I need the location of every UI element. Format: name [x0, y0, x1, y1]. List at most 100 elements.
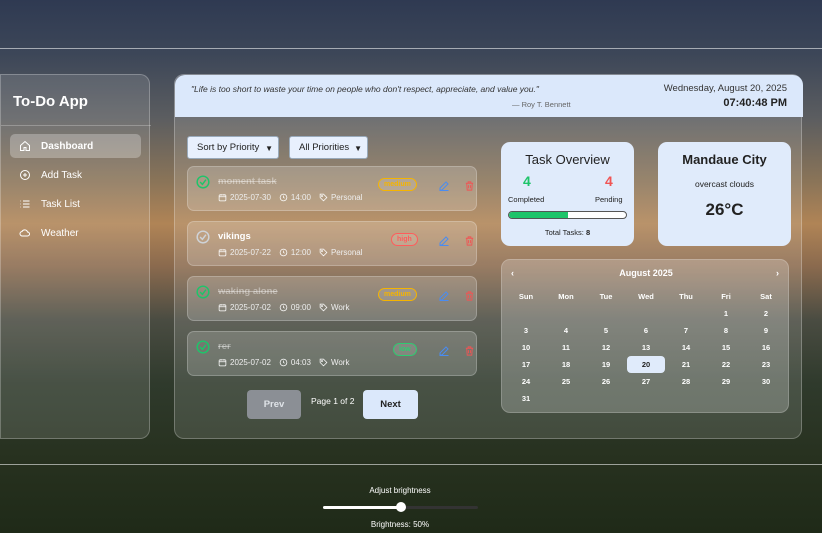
sidebar: To-Do App Dashboard Add Task Task List W…: [0, 74, 151, 439]
calendar-day[interactable]: 26: [586, 373, 626, 390]
check-circle-icon[interactable]: [196, 230, 210, 244]
calendar-day[interactable]: 31: [506, 390, 546, 407]
task-category: Work: [330, 358, 350, 367]
next-page-button[interactable]: Next: [363, 390, 418, 419]
sidebar-item-label: Add Task: [41, 169, 82, 181]
calendar-day[interactable]: 5: [586, 322, 626, 339]
prev-page-button[interactable]: Prev: [247, 390, 301, 419]
sidebar-item-add-task[interactable]: Add Task: [10, 163, 141, 187]
task-category: Personal: [330, 193, 363, 202]
progress-bar: [508, 211, 627, 219]
calendar-day[interactable]: 7: [666, 322, 706, 339]
sidebar-item-weather[interactable]: Weather: [10, 221, 141, 245]
task-date: 2025-07-02: [230, 358, 271, 367]
chevron-down-icon: ▼: [354, 144, 362, 153]
calendar-weekday: Sat: [760, 291, 772, 301]
calendar-day[interactable]: 13: [626, 339, 666, 356]
edit-icon[interactable]: [438, 289, 450, 301]
trash-icon[interactable]: [464, 234, 475, 246]
priority-badge: low: [393, 343, 417, 356]
sort-select[interactable]: Sort by Priority ▼: [187, 136, 279, 159]
tag-icon: [319, 358, 328, 367]
priority-badge: medium: [378, 178, 417, 191]
calendar-next-month-button[interactable]: ›: [776, 268, 779, 278]
chevron-down-icon: ▼: [265, 144, 273, 153]
calendar-day[interactable]: 9: [746, 322, 786, 339]
calendar-day[interactable]: 29: [706, 373, 746, 390]
sidebar-item-task-list[interactable]: Task List: [10, 192, 141, 216]
calendar-day[interactable]: 11: [546, 339, 586, 356]
calendar-day[interactable]: 18: [546, 356, 586, 373]
check-circle-icon[interactable]: [196, 340, 210, 354]
trash-icon[interactable]: [464, 179, 475, 191]
sort-select-value: Sort by Priority: [197, 142, 260, 153]
calendar-day[interactable]: 10: [506, 339, 546, 356]
calendar-day[interactable]: 1: [706, 305, 746, 322]
priority-filter-select[interactable]: All Priorities ▼: [289, 136, 368, 159]
calendar-weekday: Mon: [558, 291, 574, 301]
calendar-day[interactable]: 4: [546, 322, 586, 339]
task-item: waking alone 2025-07-02 09:00 Work mediu…: [187, 276, 477, 321]
weather-city: Mandaue City: [682, 152, 767, 167]
check-circle-icon[interactable]: [196, 285, 210, 299]
pending-label: Pending: [595, 195, 623, 204]
task-category: Work: [330, 303, 350, 312]
edit-icon[interactable]: [438, 234, 450, 246]
calendar-day[interactable]: 25: [546, 373, 586, 390]
calendar-day[interactable]: 15: [706, 339, 746, 356]
calendar-day-today[interactable]: 20: [627, 356, 665, 373]
brightness-slider[interactable]: [323, 502, 478, 512]
edit-icon[interactable]: [438, 344, 450, 356]
calendar-empty-cell: [506, 305, 546, 322]
task-name: rer: [218, 341, 231, 352]
calendar-day[interactable]: 3: [506, 322, 546, 339]
calendar-day[interactable]: 8: [706, 322, 746, 339]
clock-icon: [279, 193, 288, 202]
task-name: vikings: [218, 231, 251, 242]
calendar-empty-cell: [626, 305, 666, 322]
weather-temperature: 26°C: [705, 200, 744, 219]
current-time: 07:40:48 PM: [723, 97, 787, 109]
edit-icon[interactable]: [438, 179, 450, 191]
calendar-day[interactable]: 6: [626, 322, 666, 339]
task-time: 12:00: [290, 248, 311, 257]
calendar-weekday: Sun: [518, 291, 534, 301]
task-item: moment task 2025-07-30 14:00 Personal me…: [187, 166, 477, 211]
task-meta: 2025-07-02 09:00 Work: [218, 303, 357, 312]
calendar-day[interactable]: 19: [586, 356, 626, 373]
task-meta: 2025-07-22 12:00 Personal: [218, 248, 371, 257]
task-time: 14:00: [290, 193, 311, 202]
trash-icon[interactable]: [464, 344, 475, 356]
calendar-day[interactable]: 23: [746, 356, 786, 373]
calendar-day[interactable]: 28: [666, 373, 706, 390]
total-tasks: Total Tasks: 8: [501, 228, 634, 237]
total-tasks-label: Total Tasks:: [544, 228, 584, 237]
calendar-weekday: Fri: [721, 291, 731, 301]
calendar-day[interactable]: 22: [706, 356, 746, 373]
completed-label: Completed: [508, 195, 545, 204]
calendar-day[interactable]: 14: [666, 339, 706, 356]
calendar-icon: [218, 359, 227, 367]
calendar-day[interactable]: 17: [506, 356, 546, 373]
check-circle-icon[interactable]: [196, 175, 210, 189]
sidebar-item-dashboard[interactable]: Dashboard: [10, 134, 141, 158]
weather-card: Mandaue City overcast clouds 26°C: [658, 142, 791, 246]
calendar-day[interactable]: 16: [746, 339, 786, 356]
calendar-icon: [218, 304, 227, 312]
calendar-day[interactable]: 27: [626, 373, 666, 390]
bottom-divider: [0, 464, 822, 465]
slider-thumb[interactable]: [395, 502, 406, 512]
calendar-day[interactable]: 30: [746, 373, 786, 390]
calendar-day[interactable]: 12: [586, 339, 626, 356]
task-time: 04:03: [290, 358, 311, 367]
calendar-day[interactable]: 2: [746, 305, 786, 322]
task-category: Personal: [330, 248, 363, 257]
current-date: Wednesday, August 20, 2025: [663, 83, 787, 94]
progress-bar-fill: [509, 212, 568, 218]
main-panel: "Life is too short to waste your time on…: [174, 74, 803, 439]
trash-icon[interactable]: [464, 289, 475, 301]
calendar-day[interactable]: 24: [506, 373, 546, 390]
quote-author: — Roy T. Bennett: [512, 100, 571, 109]
calendar-day[interactable]: 21: [666, 356, 706, 373]
slider-fill: [323, 506, 401, 509]
